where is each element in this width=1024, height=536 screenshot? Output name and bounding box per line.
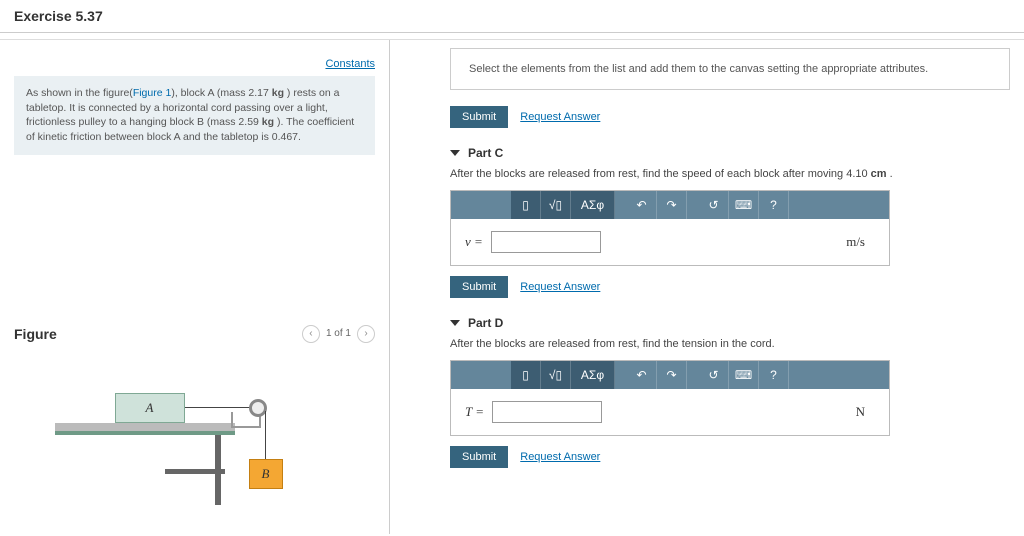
submit-button[interactable]: Submit <box>450 106 508 128</box>
part-d-answer-box: ▯ √▯ ΑΣφ ↶ ↷ ↺ ⌨ ? T = N <box>450 360 890 436</box>
part-c-unit: m/s <box>846 234 865 250</box>
chevron-down-icon <box>450 150 460 156</box>
submit-button[interactable]: Submit <box>450 446 508 468</box>
figure-next-button[interactable]: › <box>357 325 375 343</box>
part-c-text: After the blocks are released from rest,… <box>450 168 1010 180</box>
figure-diagram: A B <box>55 373 335 513</box>
reset-button[interactable]: ↺ <box>699 361 729 389</box>
part-c-var-label: v = <box>465 234 483 250</box>
redo-button[interactable]: ↷ <box>657 361 687 389</box>
part-c-answer-box: ▯ √▯ ΑΣφ ↶ ↷ ↺ ⌨ ? v = m/s <box>450 190 890 266</box>
request-answer-link[interactable]: Request Answer <box>520 281 600 293</box>
redo-button[interactable]: ↷ <box>657 191 687 219</box>
part-d-text: After the blocks are released from rest,… <box>450 338 1010 350</box>
unit-kg: kg <box>262 116 274 128</box>
greek-button[interactable]: ΑΣφ <box>571 191 615 219</box>
figure-pager-label: 1 of 1 <box>326 328 351 339</box>
keyboard-button[interactable]: ⌨ <box>729 361 759 389</box>
part-d-unit: N <box>856 404 865 420</box>
chevron-down-icon <box>450 320 460 326</box>
problem-statement: As shown in the figure(Figure 1), block … <box>14 76 375 155</box>
figure-1-link[interactable]: Figure 1 <box>133 87 172 99</box>
constants-link[interactable]: Constants <box>325 58 375 70</box>
part-c-header[interactable]: Part C <box>450 146 1010 160</box>
unit-kg: kg <box>272 87 284 99</box>
reset-button[interactable]: ↺ <box>699 191 729 219</box>
figure-prev-button[interactable]: ‹ <box>302 325 320 343</box>
keyboard-button[interactable]: ⌨ <box>729 191 759 219</box>
part-d-title: Part D <box>468 316 503 330</box>
problem-text: As shown in the figure( <box>26 87 133 99</box>
templates-button[interactable]: ▯ <box>511 191 541 219</box>
templates-button[interactable]: ▯ <box>511 361 541 389</box>
greek-button[interactable]: ΑΣφ <box>571 361 615 389</box>
help-button[interactable]: ? <box>759 191 789 219</box>
part-c-title: Part C <box>468 146 503 160</box>
equation-toolbar: ▯ √▯ ΑΣφ ↶ ↷ ↺ ⌨ ? <box>451 191 889 219</box>
equation-toolbar: ▯ √▯ ΑΣφ ↶ ↷ ↺ ⌨ ? <box>451 361 889 389</box>
help-button[interactable]: ? <box>759 361 789 389</box>
block-b: B <box>249 459 283 489</box>
root-button[interactable]: √▯ <box>541 361 571 389</box>
right-panel: Select the elements from the list and ad… <box>390 40 1024 534</box>
hint-box: Select the elements from the list and ad… <box>450 48 1010 90</box>
part-d-input[interactable] <box>492 401 602 423</box>
figure-heading: Figure <box>14 326 57 342</box>
figure-pager: ‹ 1 of 1 › <box>302 325 375 343</box>
part-c-input[interactable] <box>491 231 601 253</box>
root-button[interactable]: √▯ <box>541 191 571 219</box>
left-panel: Constants As shown in the figure(Figure … <box>0 40 390 534</box>
request-answer-link[interactable]: Request Answer <box>520 451 600 463</box>
problem-text: ), block A (mass 2.17 <box>171 87 271 99</box>
undo-button[interactable]: ↶ <box>627 361 657 389</box>
page-title: Exercise 5.37 <box>0 0 1024 33</box>
part-d-var-label: T = <box>465 404 484 420</box>
block-a: A <box>115 393 185 423</box>
request-answer-link[interactable]: Request Answer <box>520 111 600 123</box>
submit-button[interactable]: Submit <box>450 276 508 298</box>
part-d-header[interactable]: Part D <box>450 316 1010 330</box>
undo-button[interactable]: ↶ <box>627 191 657 219</box>
